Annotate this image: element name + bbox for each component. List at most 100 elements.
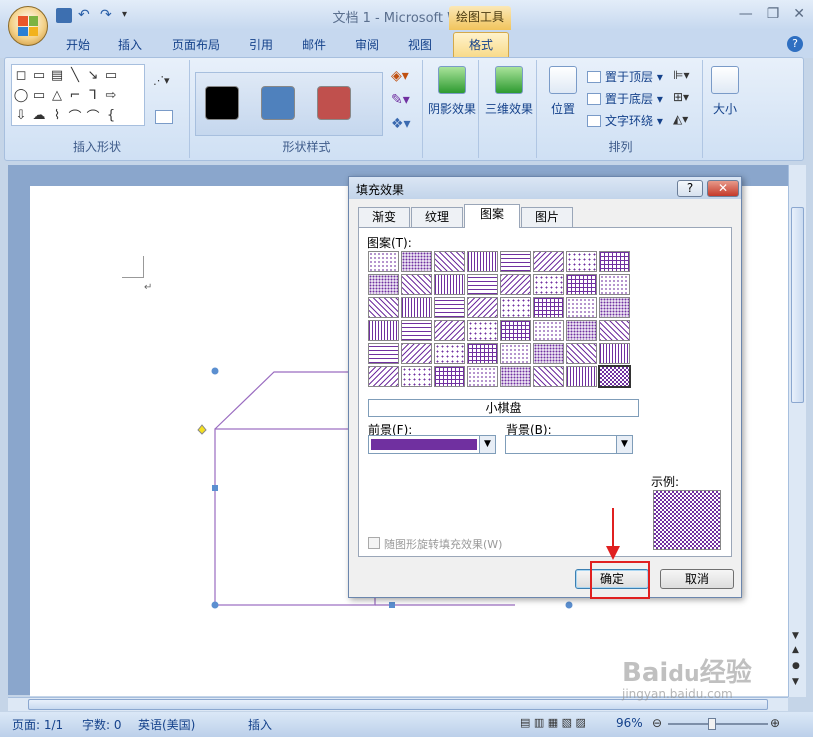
pattern-swatch[interactable] bbox=[533, 274, 564, 295]
text-box-icon[interactable] bbox=[155, 110, 173, 124]
tab-home[interactable]: 开始 bbox=[66, 36, 90, 53]
pattern-swatch[interactable] bbox=[467, 320, 498, 341]
shape-icon[interactable]: ╲ bbox=[71, 68, 79, 83]
bring-front-button[interactable]: 置于顶层 ▾ bbox=[587, 68, 663, 85]
selection-handle[interactable] bbox=[212, 485, 218, 491]
shape-icon[interactable]: { bbox=[107, 108, 115, 123]
pattern-swatch[interactable] bbox=[500, 366, 531, 387]
pattern-swatch[interactable] bbox=[401, 343, 432, 364]
pattern-swatch[interactable] bbox=[401, 366, 432, 387]
zoom-slider-thumb[interactable] bbox=[708, 718, 716, 730]
pattern-swatch[interactable] bbox=[434, 366, 465, 387]
pattern-swatch[interactable] bbox=[566, 274, 597, 295]
pattern-swatch[interactable] bbox=[434, 251, 465, 272]
page-count[interactable]: 页面: 1/1 bbox=[12, 716, 63, 733]
tab-references[interactable]: 引用 bbox=[249, 36, 273, 53]
pattern-swatch[interactable] bbox=[599, 343, 630, 364]
pattern-swatch[interactable] bbox=[500, 343, 531, 364]
align-icon[interactable]: ⊫▾ bbox=[673, 68, 689, 82]
vertical-scrollbar[interactable]: ▼ ▲ ● ▼ bbox=[788, 165, 806, 697]
zoom-slider[interactable] bbox=[668, 723, 768, 725]
pattern-swatch[interactable] bbox=[368, 274, 399, 295]
pattern-swatch[interactable] bbox=[500, 320, 531, 341]
insert-mode[interactable]: 插入 bbox=[248, 716, 272, 733]
pattern-swatch[interactable] bbox=[599, 297, 630, 318]
tab-view[interactable]: 视图 bbox=[408, 36, 432, 53]
view-buttons[interactable]: ▤ ▥ ▦ ▧ ▨ bbox=[520, 716, 586, 729]
size-button[interactable]: 大小 bbox=[707, 66, 743, 117]
send-back-button[interactable]: 置于底层 ▾ bbox=[587, 90, 663, 107]
shape-icon[interactable]: ▭ bbox=[33, 68, 45, 83]
zoom-in-icon[interactable]: ⊕ bbox=[770, 716, 780, 730]
selection-handle[interactable] bbox=[211, 367, 219, 375]
close-icon[interactable]: ✕ bbox=[793, 6, 805, 22]
pattern-swatch[interactable] bbox=[467, 274, 498, 295]
pattern-swatch[interactable] bbox=[368, 297, 399, 318]
cancel-button[interactable]: 取消 bbox=[660, 569, 734, 589]
shape-icon[interactable]: ◯ bbox=[14, 88, 29, 103]
adjust-handle[interactable] bbox=[197, 424, 207, 435]
shape-icon[interactable]: ⌒ bbox=[86, 106, 99, 125]
scroll-thumb[interactable] bbox=[791, 207, 804, 403]
dialog-close-button[interactable]: ✕ bbox=[707, 180, 739, 197]
shapes-gallery[interactable]: ◻ ▭ ▤ ╲ ↘ ▭ ◯ ▭ △ ⌐ ⅂ ⇨ ⇩ ☁ ⌇ ⌒ ⌒ { bbox=[11, 64, 145, 126]
tab-mailings[interactable]: 邮件 bbox=[302, 36, 326, 53]
shape-icon[interactable]: △ bbox=[52, 88, 62, 103]
pattern-swatch[interactable] bbox=[599, 251, 630, 272]
shadow-effects-button[interactable]: 阴影效果 bbox=[427, 66, 477, 117]
shape-icon[interactable]: ⌐ bbox=[70, 88, 81, 103]
rotate-icon[interactable]: ◭▾ bbox=[673, 112, 688, 126]
pattern-swatch[interactable] bbox=[500, 274, 531, 295]
tab-page-layout[interactable]: 页面布局 bbox=[172, 36, 220, 53]
pattern-swatch[interactable] bbox=[434, 274, 465, 295]
shape-icon[interactable]: ⌒ bbox=[68, 106, 81, 125]
pattern-swatch[interactable] bbox=[368, 366, 399, 387]
pattern-swatch[interactable] bbox=[566, 297, 597, 318]
restore-icon[interactable]: ❐ bbox=[767, 6, 780, 22]
zoom-out-icon[interactable]: ⊖ bbox=[652, 716, 662, 730]
outline-color-icon[interactable]: ✎▾ bbox=[391, 92, 410, 108]
pattern-swatch[interactable] bbox=[401, 251, 432, 272]
pattern-swatch[interactable] bbox=[566, 320, 597, 341]
3d-effects-button[interactable]: 三维效果 bbox=[483, 66, 535, 117]
position-button[interactable]: 位置 bbox=[543, 66, 583, 117]
pattern-swatch[interactable] bbox=[599, 274, 630, 295]
pattern-swatch[interactable] bbox=[533, 343, 564, 364]
shape-icon[interactable]: ▤ bbox=[51, 68, 63, 83]
pattern-swatch[interactable] bbox=[566, 343, 597, 364]
shape-icon[interactable]: ↘ bbox=[88, 68, 99, 83]
selection-handle[interactable] bbox=[211, 601, 219, 609]
pattern-swatch[interactable] bbox=[533, 320, 564, 341]
pattern-swatch[interactable] bbox=[368, 320, 399, 341]
pattern-swatch[interactable] bbox=[566, 366, 597, 387]
pattern-swatch[interactable] bbox=[500, 251, 531, 272]
pattern-swatch[interactable] bbox=[598, 365, 631, 388]
pattern-swatch[interactable] bbox=[401, 320, 432, 341]
text-wrap-button[interactable]: 文字环绕 ▾ bbox=[587, 112, 663, 129]
shape-icon[interactable]: ☁ bbox=[33, 108, 46, 123]
tab-review[interactable]: 审阅 bbox=[355, 36, 379, 53]
pattern-swatch[interactable] bbox=[533, 297, 564, 318]
pattern-swatch[interactable] bbox=[467, 343, 498, 364]
pattern-swatch[interactable] bbox=[467, 251, 498, 272]
rotate-fill-checkbox[interactable] bbox=[368, 537, 380, 549]
pattern-swatch[interactable] bbox=[533, 366, 564, 387]
pattern-swatch[interactable] bbox=[401, 297, 432, 318]
pattern-swatch[interactable] bbox=[401, 274, 432, 295]
help-icon[interactable]: ? bbox=[787, 36, 803, 52]
background-color-dropdown[interactable]: ▼ bbox=[505, 435, 633, 454]
shape-icon[interactable]: ⇩ bbox=[16, 108, 27, 123]
pattern-swatch[interactable] bbox=[434, 343, 465, 364]
style-swatch-black[interactable] bbox=[205, 86, 239, 120]
word-count[interactable]: 字数: 0 bbox=[82, 716, 122, 733]
selection-handle[interactable] bbox=[389, 602, 395, 608]
fill-color-icon[interactable]: ◈▾ bbox=[391, 68, 409, 84]
scroll-down-icon[interactable]: ▼ bbox=[792, 631, 799, 641]
office-button[interactable] bbox=[8, 6, 48, 46]
pattern-swatch[interactable] bbox=[467, 297, 498, 318]
tab-texture[interactable]: 纹理 bbox=[411, 207, 463, 227]
pattern-swatch[interactable] bbox=[467, 366, 498, 387]
tab-pattern[interactable]: 图案 bbox=[464, 204, 520, 228]
tab-picture[interactable]: 图片 bbox=[521, 207, 573, 227]
pattern-swatch[interactable] bbox=[434, 297, 465, 318]
